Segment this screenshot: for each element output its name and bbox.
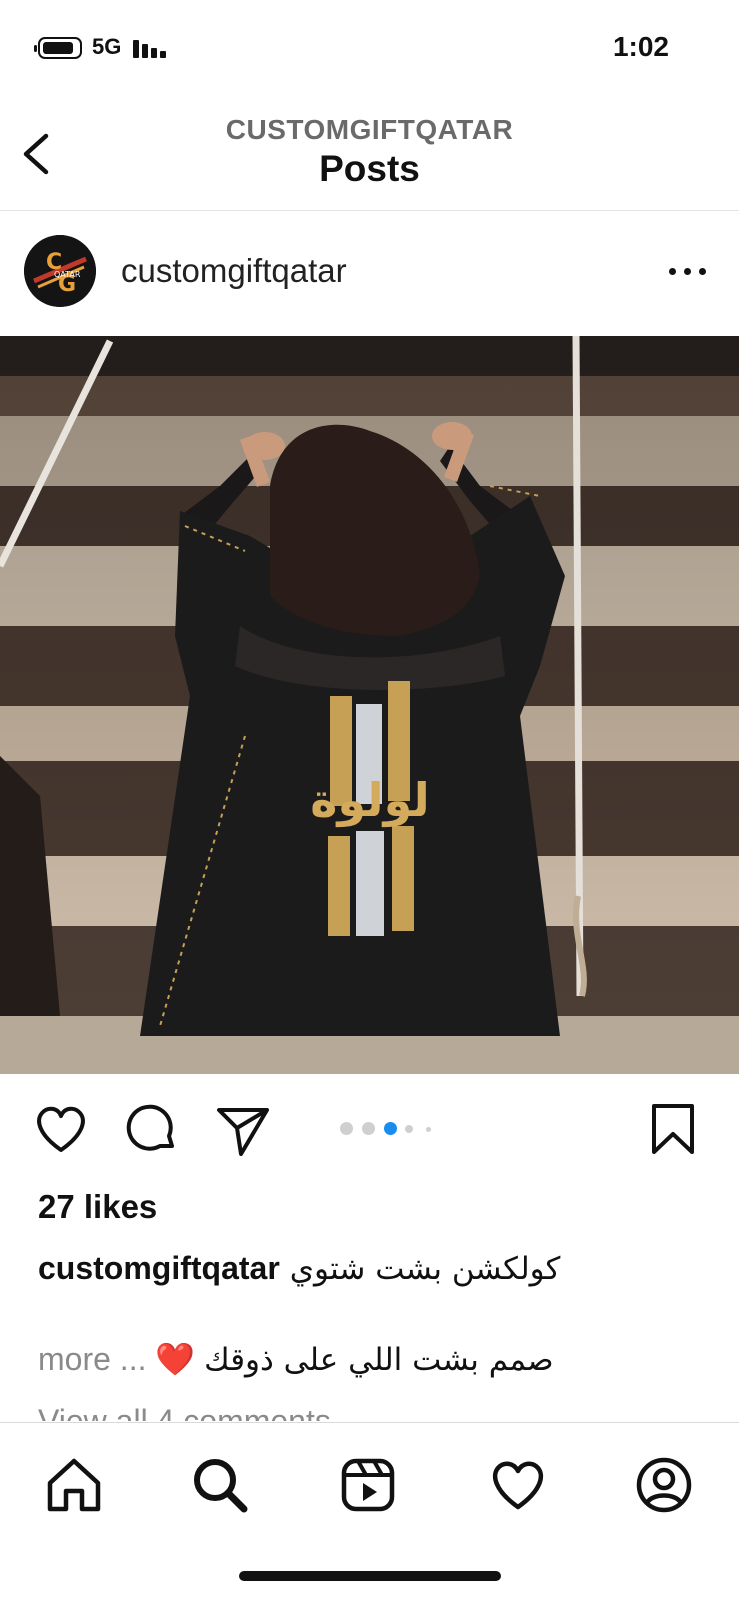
- svg-text:QATAR: QATAR: [54, 270, 81, 279]
- home-indicator[interactable]: [239, 1571, 501, 1581]
- bottom-nav: [0, 1422, 739, 1600]
- caption-line-2: more ... ❤️ صمم بشت اللي على ذوقك: [38, 1340, 698, 1378]
- send-icon: [217, 1108, 269, 1156]
- more-options-button[interactable]: [669, 263, 709, 279]
- caption-username[interactable]: customgiftqatar: [38, 1250, 280, 1286]
- caption-ellipsis: ...: [119, 1341, 147, 1377]
- comment-icon: [126, 1104, 174, 1151]
- likes-count[interactable]: 27 likes: [38, 1188, 157, 1226]
- heart-icon: [492, 1461, 544, 1510]
- heart-emoji: ❤️: [155, 1340, 196, 1378]
- heart-icon: [37, 1106, 85, 1152]
- post-caption: customgiftqatar كولكشن بشت شتوي: [38, 1250, 698, 1287]
- nav-search[interactable]: [188, 1453, 252, 1517]
- search-icon: [194, 1459, 248, 1513]
- share-button[interactable]: [214, 1100, 272, 1158]
- profile-icon: [636, 1457, 692, 1513]
- status-bar: 5G 1:02: [0, 0, 739, 96]
- post-username[interactable]: customgiftqatar: [121, 252, 347, 290]
- post-image[interactable]: لولوة: [0, 336, 739, 1074]
- carousel-indicator: [340, 1122, 450, 1136]
- signal-icon: [133, 36, 169, 58]
- nav-activity[interactable]: [486, 1453, 550, 1517]
- bookmark-icon: [652, 1104, 694, 1154]
- reels-icon: [341, 1458, 395, 1512]
- brand-logo: C G QATAR: [24, 235, 96, 307]
- carousel-dot: [426, 1127, 431, 1132]
- account-label: CUSTOMGIFTQATAR: [225, 114, 514, 145]
- page-title: Posts: [319, 148, 420, 189]
- post-header: C G QATAR customgiftqatar: [0, 211, 739, 336]
- nav-home[interactable]: [42, 1453, 106, 1517]
- carousel-dot: [405, 1125, 413, 1133]
- post-actions: [0, 1100, 739, 1160]
- carousel-dot: [340, 1122, 353, 1135]
- comment-button[interactable]: [122, 1100, 180, 1158]
- cloak-name-text: لولوة: [310, 773, 429, 827]
- avatar[interactable]: C G QATAR: [24, 235, 96, 307]
- view-comments-link[interactable]: View all 4 comments: [38, 1397, 331, 1421]
- nav-profile[interactable]: [632, 1453, 696, 1517]
- caption-text: كولكشن بشت شتوي: [289, 1251, 561, 1287]
- post-photo-illustration: لولوة: [0, 336, 739, 1074]
- carousel-dot: [362, 1122, 375, 1135]
- carousel-dot-active: [384, 1122, 397, 1135]
- save-button[interactable]: [644, 1100, 702, 1158]
- home-icon: [47, 1458, 101, 1512]
- like-button[interactable]: [32, 1100, 90, 1158]
- status-time: 1:02: [612, 31, 669, 62]
- top-header: CUSTOMGIFTQATAR Posts: [0, 96, 739, 211]
- nav-reels[interactable]: [336, 1453, 400, 1517]
- network-label: 5G: [92, 34, 122, 59]
- more-link[interactable]: more: [38, 1341, 111, 1377]
- battery-icon: [34, 37, 82, 59]
- caption-line-2-text: صمم بشت اللي على ذوقك: [204, 1342, 554, 1378]
